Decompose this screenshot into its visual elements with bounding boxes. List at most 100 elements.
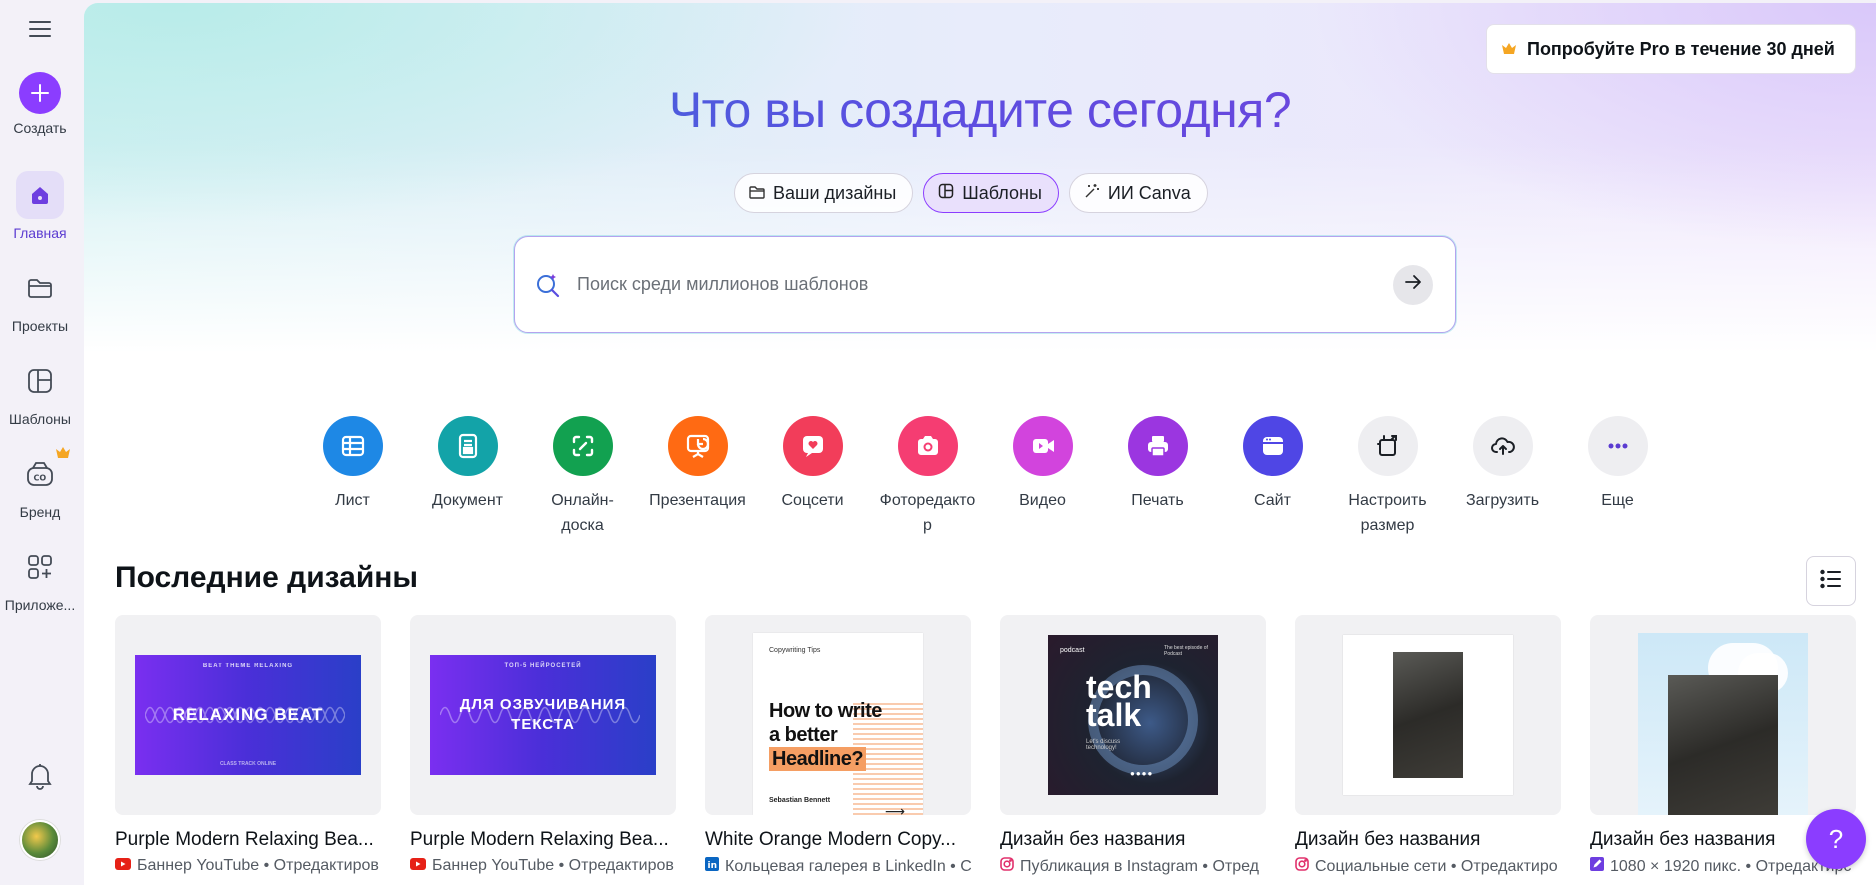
sidebar-item-home[interactable]: Главная <box>0 171 80 241</box>
sidebar-item-label: Приложе... <box>4 597 76 613</box>
tab-your-designs[interactable]: Ваши дизайны <box>734 173 914 213</box>
menu-icon[interactable] <box>27 16 53 40</box>
notifications-button[interactable] <box>0 752 80 800</box>
design-meta: Баннер YouTube • Отредактиров <box>137 857 379 874</box>
plus-icon <box>19 72 61 114</box>
home-icon <box>16 171 64 219</box>
search-input[interactable] <box>577 254 1393 315</box>
svg-text:in: in <box>708 861 718 871</box>
apps-icon <box>16 543 64 591</box>
design-meta: Публикация в Instagram • Отред <box>1020 857 1259 875</box>
bell-icon <box>16 752 64 800</box>
thumbnail-text: RELAXING BEAT <box>172 705 324 724</box>
whiteboard-icon <box>552 416 613 476</box>
shortcut-print[interactable]: Печать <box>1100 416 1215 513</box>
design-card[interactable]: ТОП-5 НЕЙРОСЕТЕЙ ДЛЯ ОЗВУЧИВАНИЯ ТЕКСТА … <box>410 615 676 875</box>
design-title: Дизайн без названия <box>1000 829 1186 850</box>
photo-image <box>1393 652 1463 778</box>
more-icon <box>1587 416 1648 476</box>
list-icon <box>1820 569 1842 594</box>
crown-icon <box>1501 39 1517 60</box>
design-thumbnail: podcast The best episode of Podcast tech… <box>1000 615 1266 815</box>
design-meta: Кольцевая галерея в LinkedIn • С <box>725 857 971 875</box>
tab-templates[interactable]: Шаблоны <box>923 173 1059 213</box>
tab-label: Ваши дизайны <box>773 182 897 203</box>
pencil-icon <box>1590 857 1604 876</box>
svg-text:CO: CO <box>34 474 47 483</box>
section-title: Последние дизайны <box>115 561 419 594</box>
design-thumbnail: BEAT THEME RELAXING RELAXING BEAT CLASS … <box>115 615 381 815</box>
linkedin-icon: in <box>705 857 719 876</box>
design-thumbnail: Copywriting Tips How to write a better H… <box>705 615 971 815</box>
design-meta: Баннер YouTube • Отредактиров <box>432 857 674 874</box>
shortcut-website[interactable]: Сайт <box>1215 416 1330 513</box>
try-pro-button[interactable]: Попробуйте Pro в течение 30 дней <box>1486 24 1856 74</box>
shortcut-sheet[interactable]: Лист <box>295 416 410 513</box>
avatar <box>20 820 60 860</box>
youtube-icon <box>115 857 131 875</box>
shortcut-social[interactable]: Соцсети <box>755 416 870 513</box>
shortcut-label: Лист <box>335 492 370 509</box>
tab-label: ИИ Canva <box>1107 182 1191 203</box>
sidebar-item-label: Бренд <box>19 504 61 520</box>
shortcut-photo-editor[interactable]: Фоторедактор <box>870 416 985 538</box>
templates-icon <box>16 357 64 405</box>
sparkle-wand-icon <box>1084 183 1100 204</box>
design-meta: Социальные сети • Отредактиро <box>1315 857 1558 875</box>
shortcut-video[interactable]: Видео <box>985 416 1100 513</box>
thumbnail-text: How to write <box>769 700 882 722</box>
design-title: Purple Modern Relaxing Bea... <box>115 829 374 850</box>
shortcut-label: Загрузить <box>1465 492 1540 509</box>
shortcut-more[interactable]: Еще <box>1560 416 1675 513</box>
arrow-right-icon: ⟶ <box>884 803 905 815</box>
sidebar-item-apps[interactable]: Приложе... <box>0 543 80 613</box>
sidebar-item-brand[interactable]: CO Бренд <box>0 447 80 520</box>
shortcut-label: Видео <box>1019 492 1066 509</box>
dots-icon: ●●●● <box>1130 769 1154 778</box>
shortcut-doc[interactable]: Документ <box>410 416 525 513</box>
folder-icon <box>749 183 765 204</box>
help-button[interactable]: ? <box>1806 809 1866 869</box>
shortcut-label: Настроить размер <box>1348 492 1427 534</box>
website-icon <box>1242 416 1303 476</box>
thumbnail-tag: podcast <box>1060 647 1085 654</box>
photo-image <box>1668 675 1778 815</box>
document-icon <box>437 416 498 476</box>
instagram-icon <box>1295 857 1309 876</box>
design-card[interactable]: Дизайн без названия Социальные сети • От… <box>1295 615 1561 876</box>
design-card[interactable]: BEAT THEME RELAXING RELAXING BEAT CLASS … <box>115 615 381 875</box>
sidebar-item-projects[interactable]: Проекты <box>0 264 80 334</box>
sheet-icon <box>322 416 383 476</box>
printer-icon <box>1127 416 1188 476</box>
design-thumbnail <box>1590 615 1856 815</box>
thumbnail-side-text: The best episode of Podcast <box>1164 645 1208 657</box>
thumbnail-kicker: ТОП-5 НЕЙРОСЕТЕЙ <box>504 663 582 669</box>
shortcut-label: Онлайн-доска <box>551 492 614 534</box>
shortcut-upload[interactable]: Загрузить <box>1445 416 1560 513</box>
tab-canva-ai[interactable]: ИИ Canva <box>1068 173 1208 213</box>
shortcut-label: Соцсети <box>781 492 844 509</box>
design-card[interactable]: podcast The best episode of Podcast tech… <box>1000 615 1266 876</box>
thumbnail-highlight: Headline? <box>769 747 867 771</box>
sidebar-item-create[interactable]: Создать <box>0 72 80 136</box>
design-thumbnail <box>1295 615 1561 815</box>
tab-label: Шаблоны <box>962 182 1042 203</box>
sidebar-item-label: Шаблоны <box>9 411 71 427</box>
search-submit-button[interactable] <box>1393 264 1433 305</box>
shortcut-presentation[interactable]: Презентация <box>640 416 755 513</box>
design-card[interactable]: Copywriting Tips How to write a better H… <box>705 615 971 876</box>
thumbnail-kicker: BEAT THEME RELAXING <box>202 663 294 669</box>
shortcut-resize[interactable]: Настроить размер <box>1330 416 1445 538</box>
sidebar-item-templates[interactable]: Шаблоны <box>0 357 80 427</box>
camera-icon <box>897 416 958 476</box>
design-title: Purple Modern Relaxing Bea... <box>410 829 669 850</box>
arrow-right-icon <box>1404 274 1422 295</box>
search-bar <box>514 236 1456 333</box>
shortcut-whiteboard[interactable]: Онлайн-доска <box>525 416 640 538</box>
video-icon <box>1012 416 1073 476</box>
design-thumbnail: ТОП-5 НЕЙРОСЕТЕЙ ДЛЯ ОЗВУЧИВАНИЯ ТЕКСТА <box>410 615 676 815</box>
shortcut-label: Еще <box>1601 492 1634 509</box>
account-button[interactable] <box>0 820 80 860</box>
list-view-toggle[interactable] <box>1806 556 1856 606</box>
resize-icon <box>1357 416 1418 476</box>
